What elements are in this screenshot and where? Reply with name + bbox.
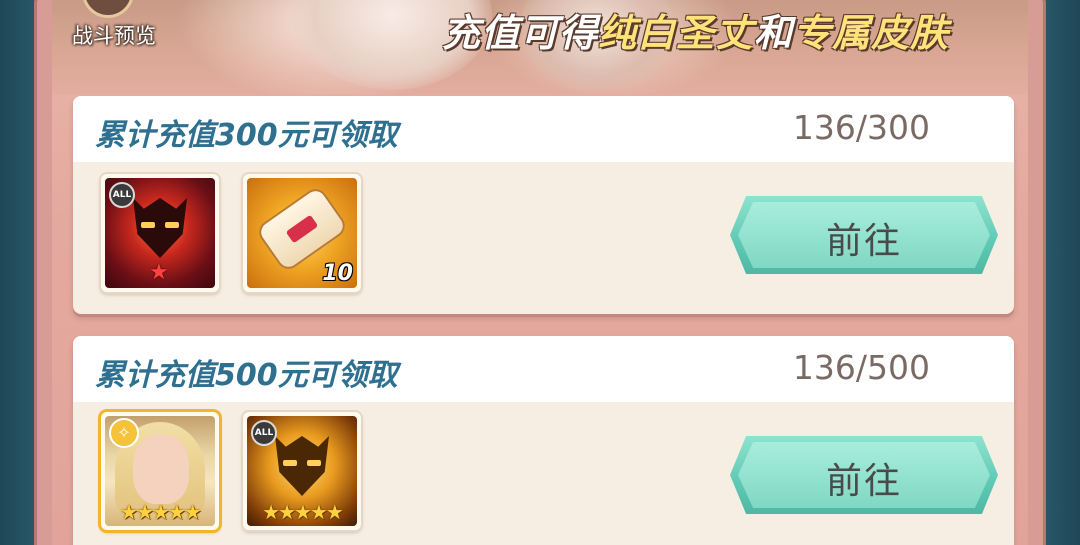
go-button-label: 前往 (825, 221, 902, 262)
item-count: 10 (322, 261, 353, 286)
mask-eye (307, 460, 321, 466)
star-icon: ★ (149, 260, 169, 285)
reward-tier-card: 累计充值300元可领取 136/300 ALL ★ 10 前往 (73, 96, 1014, 314)
mask-shape (133, 198, 187, 258)
headline-text-2: 和 (754, 11, 794, 55)
scroll-icon: 10 (247, 178, 357, 288)
reward-item[interactable]: ALL ★ (101, 174, 219, 292)
go-button[interactable]: 前往 (730, 436, 998, 514)
headline-highlight-2: 专属皮肤 (793, 11, 950, 55)
star-rating: ★★★★★ (120, 500, 202, 524)
mask-eye (165, 222, 179, 228)
reward-tier-title: 累计充值300元可领取 (95, 118, 398, 153)
hero-class-icon: ✧ (109, 418, 139, 448)
crimson-mask-icon: ALL ★ (105, 178, 215, 288)
golden-mask-icon: ALL ★★★★★ (247, 416, 357, 526)
mask-eye (141, 222, 155, 228)
battle-preview-icon (82, 0, 134, 18)
mask-shape (275, 436, 329, 496)
go-button-label: 前往 (825, 461, 902, 502)
hero-portrait-icon: ✧ ★★★★★ (105, 416, 215, 526)
background-right (1040, 0, 1080, 545)
reward-tier-header: 累计充值300元可领取 136/300 (73, 96, 1014, 162)
banner-headline: 充值可得纯白圣丈和专属皮肤 (442, 2, 949, 57)
star-rating: ★★★★★ (262, 500, 344, 524)
reward-tier-card: 累计充值500元可领取 136/500 ✧ ★★★★★ ALL ★★★★★ 前往 (73, 336, 1014, 545)
reward-item[interactable]: ✧ ★★★★★ (101, 412, 219, 530)
battle-preview-label: 战斗预览 (72, 24, 156, 48)
reward-item[interactable]: ALL ★★★★★ (243, 412, 361, 530)
reward-tier-progress: 136/300 (792, 108, 930, 147)
headline-highlight-1: 纯白圣丈 (598, 11, 755, 55)
all-badge: ALL (109, 182, 135, 208)
headline-text-1: 充值可得 (442, 11, 599, 55)
battle-preview-button[interactable]: 战斗预览 (52, 0, 172, 56)
mask-eye (283, 460, 297, 466)
reward-tier-progress: 136/500 (792, 348, 930, 387)
reward-tier-title: 累计充值500元可领取 (95, 358, 398, 393)
go-button[interactable]: 前往 (730, 196, 998, 274)
reward-tier-header: 累计充值500元可领取 136/500 (73, 336, 1014, 402)
reward-item[interactable]: 10 (243, 174, 361, 292)
hero-face (133, 434, 189, 504)
recharge-reward-screen: 战斗预览 充值可得纯白圣丈和专属皮肤 累计充值300元可领取 136/300 A… (0, 0, 1080, 545)
all-badge: ALL (251, 420, 277, 446)
